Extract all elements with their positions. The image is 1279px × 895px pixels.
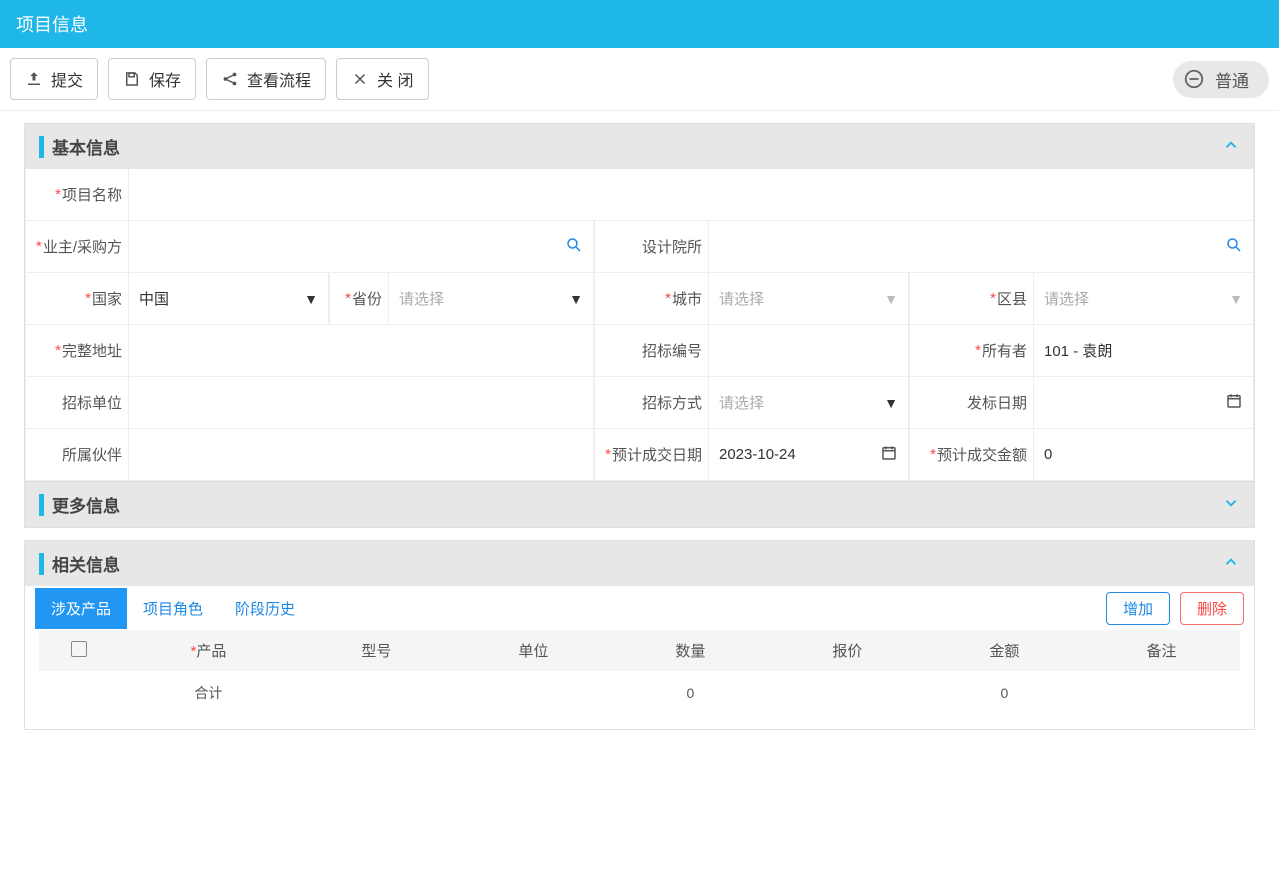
close-label: 关 闭	[377, 67, 413, 91]
input-issue-date[interactable]	[1034, 377, 1254, 429]
th-model: 型号	[298, 630, 455, 671]
chevron-down-icon: ▼	[569, 291, 583, 307]
upload-icon	[25, 70, 43, 88]
input-owner-purchaser[interactable]	[129, 221, 594, 273]
chevron-up-icon[interactable]	[1222, 136, 1240, 157]
select-country[interactable]: 中国 ▼	[129, 273, 329, 325]
chevron-up-icon[interactable]	[1222, 553, 1240, 574]
total-qty: 0	[612, 671, 769, 715]
th-qty: 数量	[612, 630, 769, 671]
label-owner-purchaser: *业主/采购方	[25, 221, 129, 273]
th-unit: 单位	[455, 630, 612, 671]
label-owner2: *所有者	[909, 325, 1034, 377]
table-total-row: 合计 0 0	[39, 671, 1240, 715]
th-remark: 备注	[1083, 630, 1240, 671]
label-city: *城市	[594, 273, 709, 325]
chevron-down-icon[interactable]	[1222, 494, 1240, 515]
window-title: 项目信息	[16, 11, 88, 37]
save-icon	[123, 70, 141, 88]
calendar-icon[interactable]	[1225, 392, 1243, 413]
label-bid-number: 招标编号	[594, 325, 709, 377]
label-bid-unit: 招标单位	[25, 377, 129, 429]
products-table-wrap: *产品 型号 单位 数量 报价 金额 备注 合计	[25, 630, 1254, 729]
input-partner[interactable]	[129, 429, 594, 481]
total-amount: 0	[926, 671, 1083, 715]
window-controls	[1231, 15, 1263, 33]
label-province: *省份	[329, 273, 389, 325]
title-bar: 项目信息	[0, 0, 1279, 48]
label-design-institute: 设计院所	[594, 221, 709, 273]
input-owner2[interactable]: 101 - 袁朗	[1034, 325, 1254, 377]
minus-circle-icon	[1183, 68, 1205, 90]
view-process-label: 查看流程	[247, 67, 311, 91]
label-expected-deal-amount: *预计成交金额	[909, 429, 1034, 481]
input-expected-deal-date[interactable]: 2023-10-24	[709, 429, 909, 481]
input-full-address[interactable]	[129, 325, 594, 377]
chevron-down-icon: ▼	[884, 395, 898, 411]
add-button[interactable]: 增加	[1106, 592, 1170, 625]
chevron-down-icon: ▼	[304, 291, 318, 307]
section-related: 相关信息 涉及产品 项目角色 阶段历史 增加 删除 *产品 型号 单位 数量	[24, 540, 1255, 730]
status-label: 普通	[1215, 67, 1249, 92]
checkbox-all[interactable]	[71, 641, 87, 657]
select-bid-method[interactable]: 请选择 ▼	[709, 377, 909, 429]
status-pill[interactable]: 普通	[1173, 61, 1269, 98]
accent-bar	[39, 494, 44, 516]
close-button[interactable]: 关 闭	[336, 58, 428, 100]
save-label: 保存	[149, 67, 181, 91]
label-expected-deal-date: *预计成交日期	[594, 429, 709, 481]
section-header-related[interactable]: 相关信息	[25, 541, 1254, 586]
calendar-icon[interactable]	[880, 444, 898, 465]
accent-bar	[39, 136, 44, 158]
total-label: 合计	[119, 671, 298, 715]
view-process-button[interactable]: 查看流程	[206, 58, 326, 100]
chevron-down-icon: ▼	[884, 291, 898, 307]
select-district[interactable]: 请选择 ▼	[1034, 273, 1254, 325]
label-full-address: *完整地址	[25, 325, 129, 377]
input-project-name[interactable]	[129, 169, 1254, 221]
label-district: *区县	[909, 273, 1034, 325]
label-bid-method: 招标方式	[594, 377, 709, 429]
th-amount: 金额	[926, 630, 1083, 671]
search-icon[interactable]	[565, 236, 583, 257]
submit-label: 提交	[51, 67, 83, 91]
th-price: 报价	[769, 630, 926, 671]
section-title-more: 更多信息	[52, 492, 120, 517]
products-table: *产品 型号 单位 数量 报价 金额 备注 合计	[39, 630, 1240, 715]
section-header-basic[interactable]: 基本信息	[25, 124, 1254, 169]
toolbar: 提交 保存 查看流程 关 闭 普通	[0, 48, 1279, 111]
tab-roles[interactable]: 项目角色	[127, 588, 219, 629]
label-country: *国家	[25, 273, 129, 325]
section-header-more[interactable]: 更多信息	[25, 481, 1254, 527]
chevron-down-icon: ▼	[1229, 291, 1243, 307]
search-icon[interactable]	[1225, 236, 1243, 257]
tab-history[interactable]: 阶段历史	[219, 588, 311, 629]
select-city[interactable]: 请选择 ▼	[709, 273, 909, 325]
tabs-row: 涉及产品 项目角色 阶段历史 增加 删除	[25, 586, 1254, 630]
input-bid-unit[interactable]	[129, 377, 594, 429]
accent-bar	[39, 553, 44, 575]
section-basic: 基本信息 *项目名称 *业主/采购方 设计院所 *国家	[24, 123, 1255, 528]
label-project-name: *项目名称	[25, 169, 129, 221]
submit-button[interactable]: 提交	[10, 58, 98, 100]
label-partner: 所属伙伴	[25, 429, 129, 481]
delete-button[interactable]: 删除	[1180, 592, 1244, 625]
input-design-institute[interactable]	[709, 221, 1254, 273]
share-icon	[221, 70, 239, 88]
label-issue-date: 发标日期	[909, 377, 1034, 429]
section-title-basic: 基本信息	[52, 134, 120, 159]
select-province[interactable]: 请选择 ▼	[389, 273, 594, 325]
section-title-related: 相关信息	[52, 551, 120, 576]
x-icon	[351, 70, 369, 88]
input-expected-deal-amount[interactable]: 0	[1034, 429, 1254, 481]
tab-products[interactable]: 涉及产品	[35, 588, 127, 629]
input-bid-number[interactable]	[709, 325, 909, 377]
save-button[interactable]: 保存	[108, 58, 196, 100]
th-product: *产品	[119, 630, 298, 671]
